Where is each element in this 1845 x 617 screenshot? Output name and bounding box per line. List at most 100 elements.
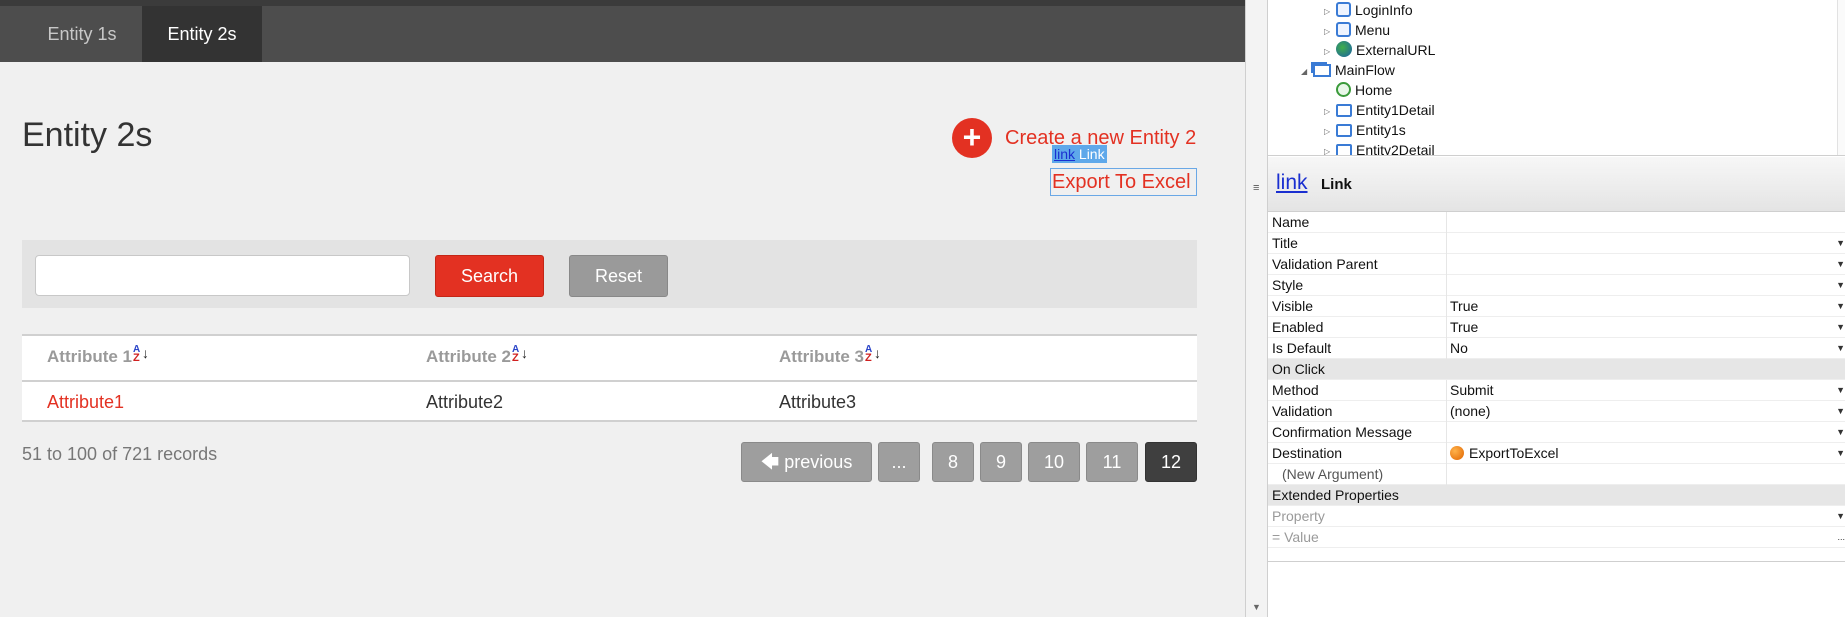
records-table: Attribute 1 A Z ↓ Attribute 2 A Z ↓ Attribute … bbox=[22, 334, 1197, 422]
top-nav-bar: Entity 1s Entity 2s bbox=[0, 0, 1245, 62]
dropdown-arrow-icon[interactable]: ▼ bbox=[1836, 317, 1845, 338]
selected-element-name: Link bbox=[1321, 176, 1352, 193]
export-to-excel-link[interactable]: Export To Excel bbox=[1050, 168, 1197, 196]
property-key: Title bbox=[1272, 235, 1298, 251]
column-header-attribute-1[interactable]: Attribute 1 A Z ↓ bbox=[47, 344, 149, 367]
collapse-icon[interactable]: ◢ bbox=[1301, 62, 1313, 82]
expand-icon[interactable]: ▷ bbox=[1324, 142, 1336, 155]
dropdown-arrow-icon[interactable]: ▼ bbox=[1836, 422, 1845, 443]
column-header-attribute-2[interactable]: Attribute 2 A Z ↓ bbox=[426, 344, 528, 367]
expand-icon[interactable]: ▷ bbox=[1324, 122, 1336, 142]
property-value[interactable]: No bbox=[1446, 338, 1836, 359]
pagination-page-8[interactable]: 8 bbox=[932, 442, 974, 482]
sort-az-icon[interactable]: A Z ↓ bbox=[133, 344, 149, 364]
badge-label: Link bbox=[1078, 146, 1105, 162]
tree-item-menu[interactable]: ▷ Menu bbox=[1324, 20, 1390, 40]
property-value[interactable]: True bbox=[1446, 317, 1836, 338]
dropdown-arrow-icon[interactable]: ▼ bbox=[1836, 443, 1845, 464]
pagination-ellipsis[interactable]: ... bbox=[878, 442, 920, 482]
property-row-is-default[interactable]: Is Default No ▼ bbox=[1268, 338, 1845, 359]
property-key: Is Default bbox=[1272, 340, 1332, 356]
property-row-new-argument[interactable]: (New Argument) bbox=[1268, 464, 1845, 485]
property-key: Validation bbox=[1272, 403, 1333, 419]
dropdown-arrow-icon[interactable]: ▼ bbox=[1836, 380, 1845, 401]
panel-splitter[interactable]: ≡ ▼ bbox=[1245, 0, 1268, 617]
tree-item-entity2detail[interactable]: ▷ Entity2Detail bbox=[1324, 140, 1435, 156]
property-value[interactable]: (none) bbox=[1446, 401, 1836, 422]
tree-item-entity1s[interactable]: ▷ Entity1s bbox=[1324, 120, 1406, 140]
property-row-title[interactable]: Title ▼ bbox=[1268, 233, 1845, 254]
search-input[interactable] bbox=[35, 255, 410, 296]
expand-icon[interactable]: ▷ bbox=[1324, 42, 1336, 62]
sort-arrow-glyph: ↓ bbox=[874, 345, 881, 361]
dropdown-arrow-icon[interactable]: ▼ bbox=[1836, 506, 1845, 527]
tree-item-label: MainFlow bbox=[1335, 62, 1395, 78]
tree-scrollbar[interactable] bbox=[1837, 0, 1845, 155]
property-row-confirmation-message[interactable]: Confirmation Message ▼ bbox=[1268, 422, 1845, 443]
table-cell-link[interactable]: Attribute1 bbox=[47, 392, 124, 413]
property-row-extended-value[interactable]: = Value... bbox=[1268, 527, 1845, 548]
expand-icon[interactable]: ▷ bbox=[1324, 22, 1336, 42]
property-key: Confirmation Message bbox=[1272, 424, 1413, 440]
dropdown-arrow-icon[interactable]: ▼ bbox=[1836, 275, 1845, 296]
property-value[interactable] bbox=[1446, 233, 1836, 254]
property-key: (New Argument) bbox=[1282, 466, 1384, 482]
plus-icon[interactable]: + bbox=[952, 118, 992, 158]
column-header-attribute-3[interactable]: Attribute 3 A Z ↓ bbox=[779, 344, 881, 367]
expand-icon[interactable]: ▷ bbox=[1324, 2, 1336, 22]
table-cell: Attribute3 bbox=[779, 392, 857, 412]
dropdown-arrow-icon[interactable]: ▼ bbox=[1836, 233, 1845, 254]
nav-tab-entity-2s[interactable]: Entity 2s bbox=[142, 6, 262, 62]
scroll-down-arrow-icon[interactable]: ▼ bbox=[1252, 602, 1261, 612]
tree-item-externalurl[interactable]: ▷ ExternalURL bbox=[1324, 40, 1435, 60]
property-value[interactable] bbox=[1446, 275, 1836, 296]
tree-item-label: Entity2Detail bbox=[1356, 142, 1435, 156]
pagination-page-11[interactable]: 11 bbox=[1086, 442, 1138, 482]
property-value[interactable]: Submit bbox=[1446, 380, 1836, 401]
property-value[interactable] bbox=[1446, 422, 1836, 443]
property-value[interactable] bbox=[1446, 464, 1836, 485]
property-key: Enabled bbox=[1272, 319, 1324, 335]
sort-az-icon[interactable]: A Z ↓ bbox=[865, 344, 881, 364]
property-row-destination[interactable]: Destination ExportToExcel ▼ bbox=[1268, 443, 1845, 464]
home-screen-icon bbox=[1336, 82, 1351, 97]
tree-item-mainflow[interactable]: ◢ MainFlow bbox=[1301, 60, 1395, 80]
property-row-extended-property[interactable]: Property ▼ bbox=[1268, 506, 1845, 527]
property-row-enabled[interactable]: Enabled True ▼ bbox=[1268, 317, 1845, 338]
dropdown-arrow-icon[interactable]: ▼ bbox=[1836, 338, 1845, 359]
property-row-style[interactable]: Style ▼ bbox=[1268, 275, 1845, 296]
property-row-method[interactable]: Method Submit ▼ bbox=[1268, 380, 1845, 401]
property-row-validation[interactable]: Validation (none) ▼ bbox=[1268, 401, 1845, 422]
dropdown-arrow-icon[interactable]: ▼ bbox=[1836, 254, 1845, 275]
sort-z-glyph: Z bbox=[133, 352, 140, 364]
header-divider bbox=[22, 380, 1197, 382]
sort-az-icon[interactable]: A Z ↓ bbox=[512, 344, 528, 364]
property-value[interactable]: True bbox=[1446, 296, 1836, 317]
link-icon: link bbox=[1054, 146, 1076, 162]
dropdown-arrow-icon[interactable]: ▼ bbox=[1836, 296, 1845, 317]
property-value[interactable] bbox=[1446, 254, 1836, 275]
grid-divider bbox=[1268, 561, 1845, 562]
property-value[interactable]: ExportToExcel bbox=[1446, 443, 1836, 464]
splitter-grip-icon[interactable]: ≡ bbox=[1253, 182, 1259, 194]
pagination-page-10[interactable]: 10 bbox=[1028, 442, 1080, 482]
tree-item-home[interactable]: Home bbox=[1324, 80, 1392, 100]
expand-icon[interactable]: ▷ bbox=[1324, 102, 1336, 122]
tree-item-entity1detail[interactable]: ▷ Entity1Detail bbox=[1324, 100, 1435, 120]
property-row-name[interactable]: Name bbox=[1268, 212, 1845, 233]
property-value[interactable] bbox=[1446, 212, 1836, 233]
pagination-page-9[interactable]: 9 bbox=[980, 442, 1022, 482]
globe-icon bbox=[1336, 41, 1352, 57]
nav-tab-entity-1s[interactable]: Entity 1s bbox=[22, 6, 142, 62]
pagination-previous-button[interactable]: 🡄 previous bbox=[741, 442, 872, 482]
pagination-page-12[interactable]: 12 bbox=[1145, 442, 1197, 482]
tree-item-logininfo[interactable]: ▷ LoginInfo bbox=[1324, 0, 1413, 20]
dropdown-arrow-icon[interactable]: ▼ bbox=[1836, 401, 1845, 422]
property-row-visible[interactable]: Visible True ▼ bbox=[1268, 296, 1845, 317]
ellipsis-button[interactable]: ... bbox=[1837, 527, 1845, 548]
arrow-left-icon: 🡄 bbox=[760, 452, 780, 472]
property-row-validation-parent[interactable]: Validation Parent ▼ bbox=[1268, 254, 1845, 275]
puzzle-icon bbox=[1336, 2, 1351, 17]
search-button[interactable]: Search bbox=[435, 255, 544, 297]
reset-button[interactable]: Reset bbox=[569, 255, 668, 297]
